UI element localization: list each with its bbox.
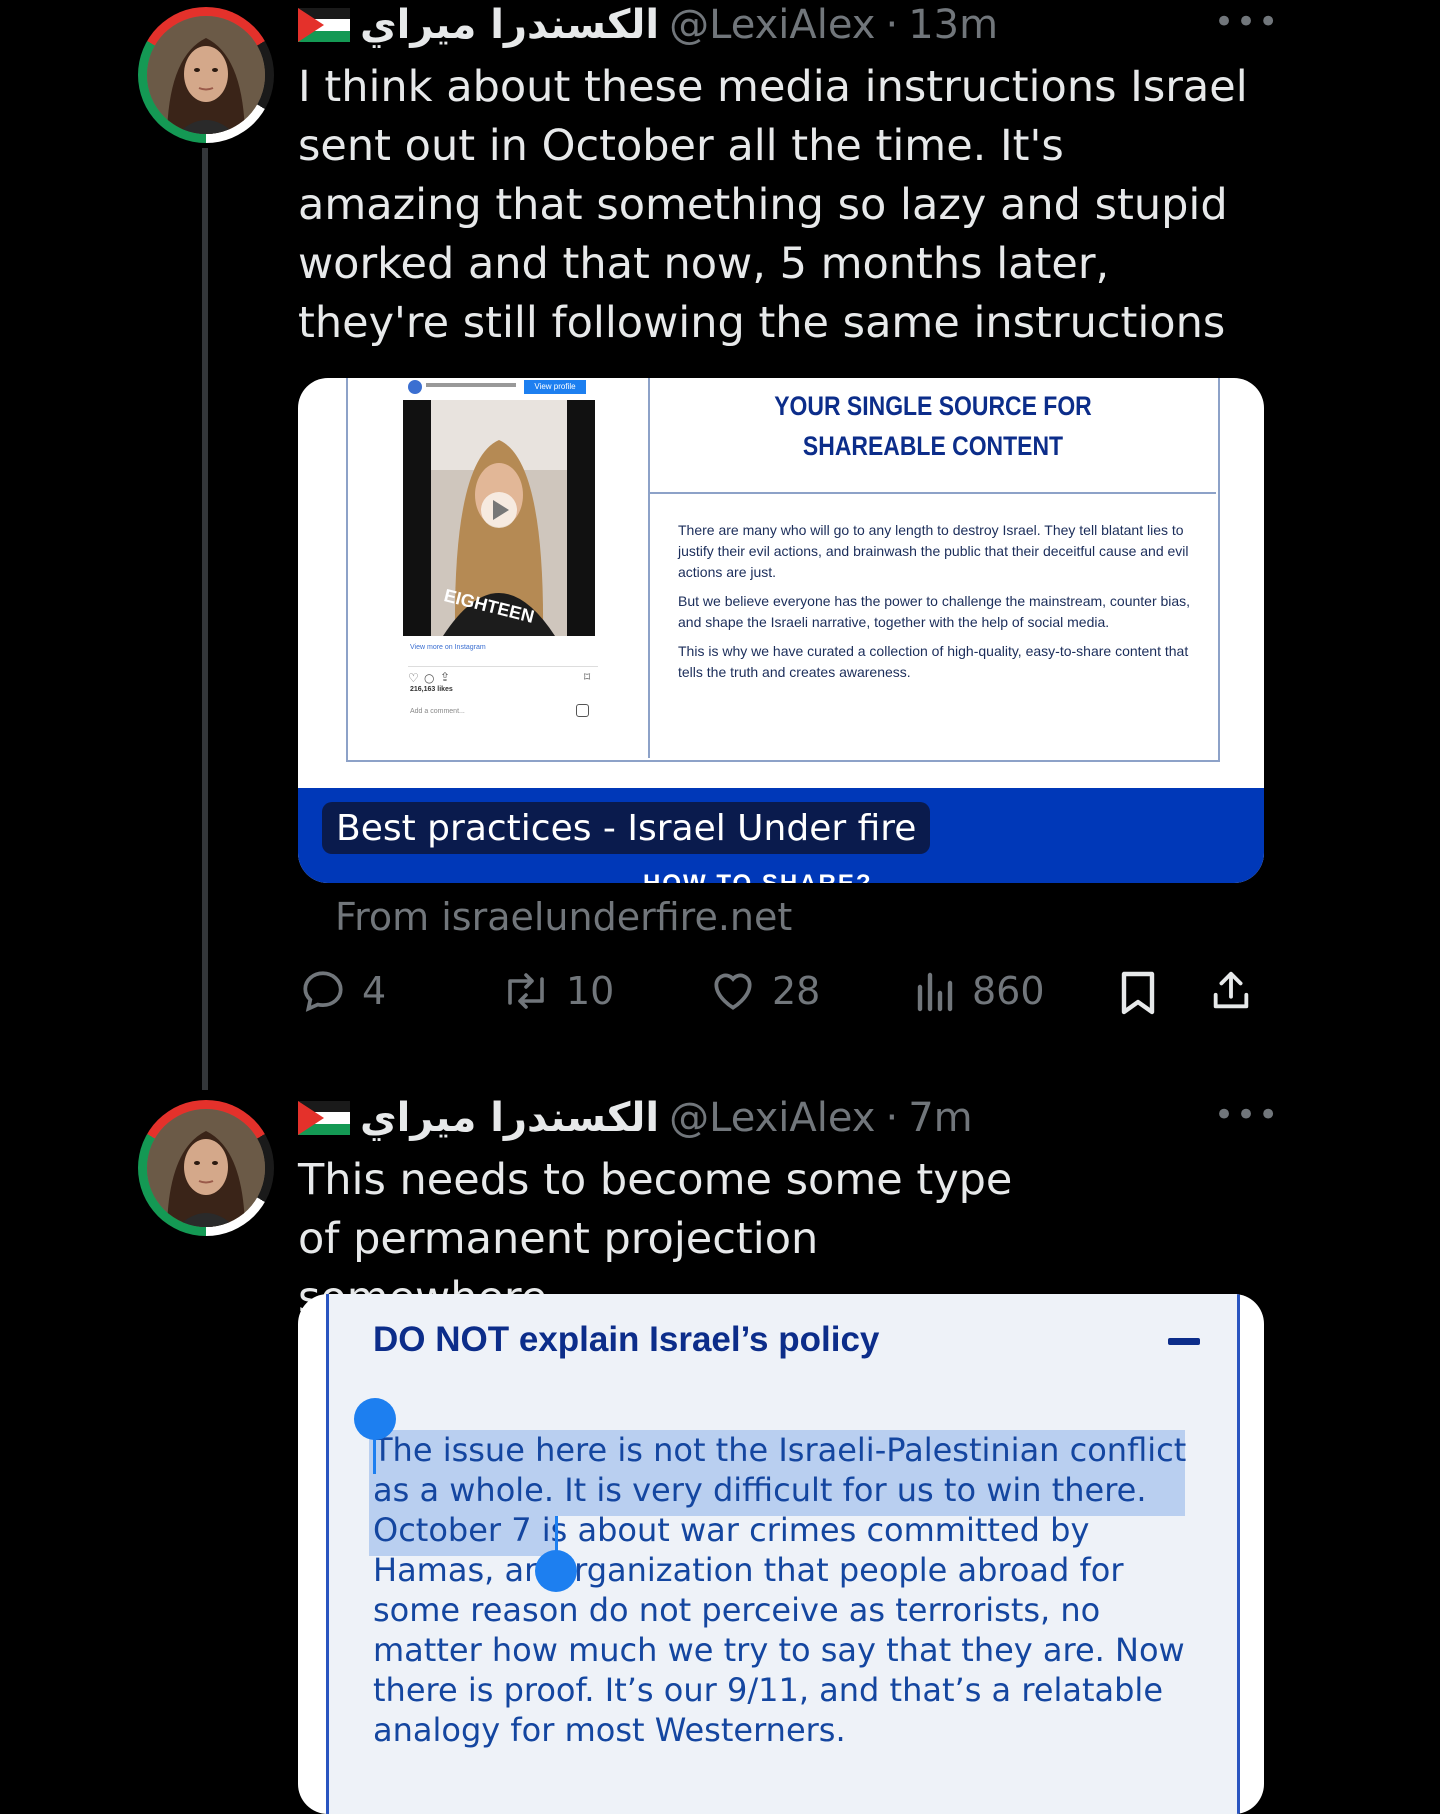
tweet-header: الكسندرا ميراي @LexiAlex · 13m [298,0,998,50]
reply-icon [303,971,343,1012]
timestamp[interactable]: 13m [908,2,998,48]
avatar[interactable] [138,1100,274,1236]
collapse-icon[interactable] [1168,1338,1200,1345]
retweet-count: 10 [566,969,615,1013]
instagram-embed: View profile EIGHTEEN View more on Insta… [348,378,650,758]
card-cut-off-text: HOW TO SHARE? [643,870,873,883]
card-screenshot: View profile EIGHTEEN View more on Insta… [346,378,1220,762]
card-body: There are many who will go to any length… [678,520,1198,683]
views-icon [917,972,953,1012]
like-count: 28 [772,969,821,1013]
doc-heading: DO NOT explain Israel’s policy [373,1320,880,1359]
views-button[interactable]: 860 [914,966,1045,1016]
insta-action-icons: ♡ ○ ⇪ ⌑ [408,666,598,685]
doc-frame: DO NOT explain Israel’s policy The issue… [326,1294,1240,1814]
heart-icon: ♡ [408,671,419,685]
thread-connector [202,148,208,1090]
avatar[interactable] [138,7,274,143]
share-icon [1213,971,1249,1009]
retweet-icon [508,973,544,1009]
insta-header: View profile [408,380,608,394]
card-headline: YOUR SINGLE SOURCE FOR SHAREABLE CONTENT [774,391,1092,461]
action-bar: 4 10 28 860 [298,966,1258,1026]
separator-dot: · [885,2,899,48]
insta-view-more[interactable]: View more on Instagram [410,644,486,651]
separator-dot: · [885,1095,899,1141]
card-source[interactable]: From israelunderfire.net [335,895,792,939]
retweet-button[interactable]: 10 [500,966,614,1016]
timestamp[interactable]: 7m [908,1095,972,1141]
avatar-photo [147,16,265,134]
tweet-text: I think about these media instructions I… [298,62,1248,348]
bookmark-icon: ⌑ [584,670,591,684]
reply-count: 4 [362,969,387,1013]
display-name[interactable]: الكسندرا ميراي [360,1095,659,1141]
bookmark-icon [1121,971,1155,1015]
card-headline-box: YOUR SINGLE SOURCE FOR SHAREABLE CONTENT [650,378,1216,494]
palestine-flag-icon [298,1101,350,1135]
handle[interactable]: @LexiAlex [669,1095,875,1141]
display-name[interactable]: الكسندرا ميراي [360,2,659,48]
share-button[interactable] [1208,966,1254,1016]
insta-likes: 216,163 likes [410,686,453,693]
image-card[interactable]: DO NOT explain Israel’s policy The issue… [298,1294,1264,1814]
card-blue-band: Best practices - Israel Under fire HOW T… [298,788,1264,883]
views-count: 860 [972,969,1045,1013]
insta-video[interactable]: EIGHTEEN [403,400,595,636]
unselected-text: October 7 is about war crimes committed … [373,1511,1185,1749]
card-paragraph: This is why we have curated a collection… [678,643,1189,680]
comment-icon: ○ [424,671,435,685]
like-button[interactable]: 28 [708,966,820,1016]
card-title: Best practices - Israel Under fire [336,807,917,849]
link-card[interactable]: View profile EIGHTEEN View more on Insta… [298,378,1264,883]
card-paragraph: But we believe everyone has the power to… [678,593,1191,630]
bookmark-button[interactable] [1116,968,1160,1018]
tweet-header: الكسندرا ميراي @LexiAlex · 7m [298,1093,973,1143]
more-options-icon[interactable]: ••• [1214,1095,1280,1135]
card-paragraph: There are many who will go to any length… [678,522,1189,580]
card-title-chip: Best practices - Israel Under fire [322,802,931,854]
instagram-icon [576,704,589,717]
more-options-icon[interactable]: ••• [1214,2,1280,42]
view-profile-button[interactable]: View profile [524,380,586,394]
avatar-photo [147,1109,265,1227]
insta-add-comment[interactable]: Add a comment... [410,708,465,715]
selected-text[interactable]: The issue here is not the Israeli-Palest… [373,1431,1186,1509]
heart-icon [714,973,752,1010]
share-icon: ⇪ [440,670,451,684]
palestine-flag-icon [298,8,350,42]
doc-paragraph: The issue here is not the Israeli-Palest… [373,1430,1193,1750]
selection-end-handle[interactable] [535,1550,577,1592]
selection-start-caret [373,1434,376,1474]
reply-button[interactable]: 4 [298,966,386,1016]
handle[interactable]: @LexiAlex [669,2,875,48]
